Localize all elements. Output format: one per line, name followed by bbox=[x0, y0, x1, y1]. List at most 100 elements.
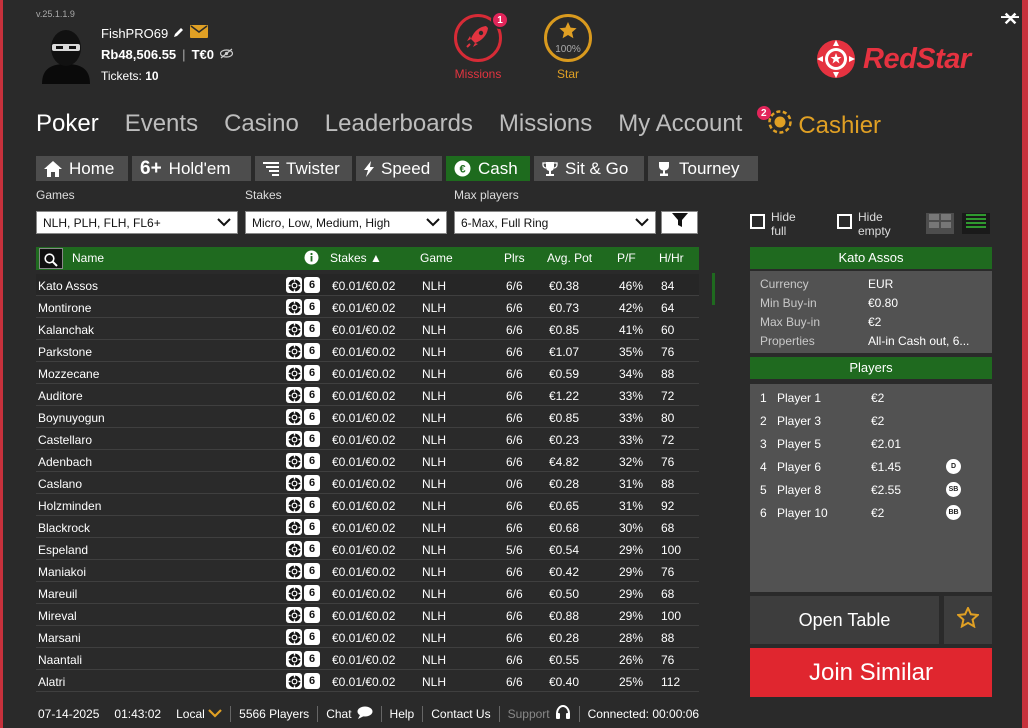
info-icon[interactable] bbox=[304, 250, 319, 268]
cashier-coin-icon bbox=[768, 110, 793, 141]
tab-tourney[interactable]: Tourney bbox=[648, 156, 758, 181]
close-icon[interactable]: ✕ bbox=[1003, 9, 1018, 30]
player-name: Player 5 bbox=[777, 437, 822, 451]
hide-empty-checkbox[interactable] bbox=[837, 214, 852, 229]
seat-count-badge: 6 bbox=[304, 343, 320, 359]
table-row[interactable]: 6 Montirone €0.01/€0.02 NLH 6/6 €0.73 42% 64 bbox=[36, 296, 699, 318]
col-game[interactable]: Game bbox=[420, 251, 453, 265]
maxplayers-select[interactable]: 6-Max, Full Ring bbox=[454, 211, 656, 234]
table-scrollbar-thumb[interactable] bbox=[712, 273, 715, 305]
table-row[interactable]: 6 Mareuil €0.01/€0.02 NLH 6/6 €0.50 29% 68 bbox=[36, 582, 699, 604]
nav-poker[interactable]: Poker bbox=[36, 110, 99, 141]
table-row[interactable]: 6 Maniakoi €0.01/€0.02 NLH 6/6 €0.42 29% 76 bbox=[36, 560, 699, 582]
table-row[interactable]: 6 Caslano €0.01/€0.02 NLH 0/6 €0.28 31% 88 bbox=[36, 472, 699, 494]
cell-pf: 34% bbox=[619, 367, 644, 381]
tab-home[interactable]: Home bbox=[36, 156, 128, 181]
col-name[interactable]: Name bbox=[72, 251, 104, 265]
stakes-select[interactable]: Micro, Low, Medium, High bbox=[245, 211, 447, 234]
nav-missions[interactable]: Missions bbox=[499, 110, 592, 141]
hide-empty-option[interactable]: Hide empty bbox=[837, 210, 898, 238]
table-row[interactable]: 6 Kalanchak €0.01/€0.02 NLH 6/6 €0.85 41% 60 bbox=[36, 318, 699, 340]
table-row[interactable]: 6 Adenbach €0.01/€0.02 NLH 6/6 €4.82 32% 76 bbox=[36, 450, 699, 472]
seat-count-badge: 6 bbox=[304, 585, 320, 601]
table-row[interactable]: 6 Mozzecane €0.01/€0.02 NLH 6/6 €0.59 34% 88 bbox=[36, 362, 699, 384]
nav-casino[interactable]: Casino bbox=[224, 110, 299, 141]
table-row[interactable]: 6 Parkstone €0.01/€0.02 NLH 6/6 €1.07 35% 76 bbox=[36, 340, 699, 362]
seat-count-badge: 6 bbox=[304, 409, 320, 425]
row-icons: 6 bbox=[286, 673, 320, 689]
tab-speed[interactable]: Speed bbox=[356, 156, 442, 181]
hide-full-option[interactable]: Hide full bbox=[750, 210, 801, 238]
row-icons: 6 bbox=[286, 497, 320, 513]
missions-hub[interactable]: 1 Missions bbox=[448, 11, 509, 81]
player-row[interactable]: 2 Player 3 €2 bbox=[760, 411, 985, 431]
seat-count-badge: 6 bbox=[304, 277, 320, 293]
version-label: v.25.1.1.9 bbox=[36, 9, 75, 19]
seat-count-badge: 6 bbox=[304, 475, 320, 491]
cell-hands-per-hour: 112 bbox=[661, 675, 681, 689]
col-pf[interactable]: P/F bbox=[617, 251, 636, 265]
table-row[interactable]: 6 Alatri €0.01/€0.02 NLH 6/6 €0.40 25% 112 bbox=[36, 670, 699, 692]
cell-name: Kalanchak bbox=[38, 323, 95, 337]
grid-view-button[interactable] bbox=[926, 213, 954, 234]
col-hands-per-hour[interactable]: H/Hr bbox=[659, 251, 684, 265]
table-row[interactable]: 6 Boynuyogun €0.01/€0.02 NLH 6/6 €0.85 33% 80 bbox=[36, 406, 699, 428]
player-row[interactable]: 1 Player 1 €2 bbox=[760, 388, 985, 408]
table-row[interactable]: 6 Marsani €0.01/€0.02 NLH 6/6 €0.28 28% 88 bbox=[36, 626, 699, 648]
table-row[interactable]: 6 Kato Assos €0.01/€0.02 NLH 6/6 €0.38 46% 84 bbox=[36, 274, 699, 296]
player-row[interactable]: 5 Player 8 €2.55 SB bbox=[760, 480, 985, 500]
col-stakes[interactable]: Stakes ▲ bbox=[330, 251, 382, 265]
table-row[interactable]: 6 Auditore €0.01/€0.02 NLH 6/6 €1.22 33% 72 bbox=[36, 384, 699, 406]
join-similar-button[interactable]: Join Similar bbox=[750, 648, 992, 697]
filter-button[interactable] bbox=[661, 211, 698, 234]
table-row[interactable]: 6 Espeland €0.01/€0.02 NLH 5/6 €0.54 29% 100 bbox=[36, 538, 699, 560]
player-row[interactable]: 4 Player 6 €1.45 D bbox=[760, 457, 985, 477]
table-row[interactable]: 6 Naantali €0.01/€0.02 NLH 6/6 €0.55 26% 76 bbox=[36, 648, 699, 670]
player-row[interactable]: 6 Player 10 €2 BB bbox=[760, 503, 985, 523]
col-players[interactable]: Plrs bbox=[504, 251, 525, 265]
nav-cashier[interactable]: Cashier bbox=[768, 110, 881, 141]
list-view-button[interactable] bbox=[962, 213, 990, 234]
table-row[interactable]: 6 Castellaro €0.01/€0.02 NLH 6/6 €0.23 33% 72 bbox=[36, 428, 699, 450]
player-seat-number: 2 bbox=[760, 414, 767, 428]
star-outline-icon bbox=[955, 605, 981, 633]
table-row[interactable]: 6 Blackrock €0.01/€0.02 NLH 6/6 €0.68 30% 68 bbox=[36, 516, 699, 538]
tab-twister[interactable]: Twister bbox=[255, 156, 352, 181]
stakes-select-value: Micro, Low, Medium, High bbox=[252, 215, 391, 230]
seat-count-badge: 6 bbox=[304, 651, 320, 667]
cell-name: Maniakoi bbox=[38, 565, 87, 579]
contact-link[interactable]: Contact Us bbox=[423, 706, 500, 722]
cell-game: NLH bbox=[422, 301, 447, 315]
tab-sit-and-go[interactable]: Sit & Go bbox=[534, 156, 644, 181]
chat-button[interactable]: Chat bbox=[318, 706, 382, 722]
col-avg-pot[interactable]: Avg. Pot bbox=[547, 251, 592, 265]
player-row[interactable]: 3 Player 5 €2.01 bbox=[760, 434, 985, 454]
favorite-button[interactable] bbox=[944, 596, 992, 644]
hide-full-checkbox[interactable] bbox=[750, 214, 765, 229]
table-row[interactable]: 6 Mireval €0.01/€0.02 NLH 6/6 €0.88 29% 100 bbox=[36, 604, 699, 626]
open-table-button[interactable]: Open Table bbox=[750, 596, 939, 644]
nav-leaderboards[interactable]: Leaderboards 2 bbox=[325, 104, 773, 141]
cell-stakes: €0.01/€0.02 bbox=[332, 367, 396, 381]
table-search-button[interactable] bbox=[39, 248, 63, 269]
tab-cash[interactable]: € Cash bbox=[446, 156, 530, 181]
nav-my-account[interactable]: My Account bbox=[618, 110, 742, 141]
hide-balance-eye-icon[interactable] bbox=[219, 47, 234, 62]
avatar[interactable] bbox=[36, 24, 96, 84]
tab-holdem[interactable]: 6+ Hold'em bbox=[132, 156, 251, 181]
redstar-logo: RedStar bbox=[815, 38, 971, 80]
edit-pencil-icon[interactable] bbox=[173, 26, 185, 41]
table-row[interactable]: 6 Holzminden €0.01/€0.02 NLH 6/6 €0.65 31% 92 bbox=[36, 494, 699, 516]
nav-events[interactable]: Events bbox=[125, 110, 198, 141]
cell-players: 6/6 bbox=[506, 323, 523, 337]
timezone-select[interactable]: Local bbox=[176, 707, 222, 721]
mail-icon[interactable] bbox=[190, 25, 209, 41]
games-select[interactable]: NLH, PLH, FLH, FL6+ bbox=[36, 211, 238, 234]
cell-stakes: €0.01/€0.02 bbox=[332, 609, 396, 623]
help-link[interactable]: Help bbox=[382, 706, 424, 722]
status-players: 5566 Players bbox=[231, 706, 319, 722]
support-button[interactable]: Support bbox=[500, 704, 580, 722]
star-hub[interactable]: 100% Star bbox=[538, 14, 598, 81]
cell-stakes: €0.01/€0.02 bbox=[332, 675, 396, 689]
missions-hub-label: Missions bbox=[454, 67, 502, 81]
